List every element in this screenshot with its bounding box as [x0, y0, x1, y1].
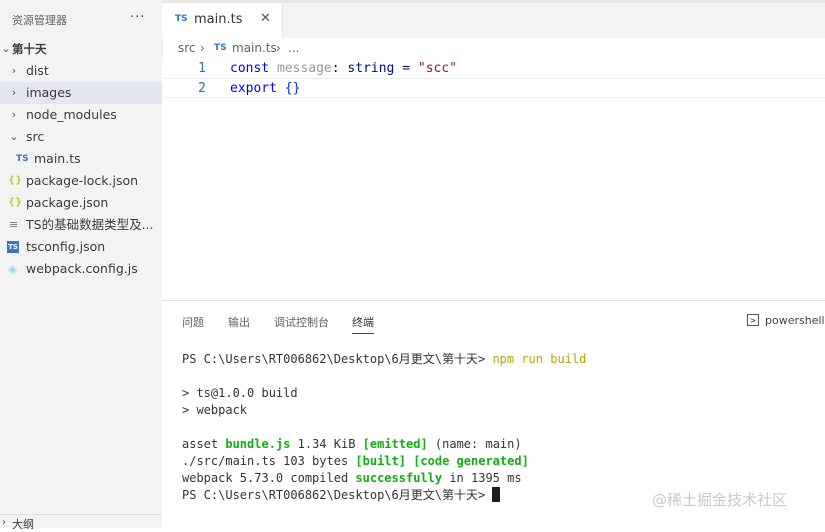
code-line-1[interactable]: 1 const message: string = "scc": [162, 59, 825, 79]
tree-item-label: main.ts: [34, 151, 81, 166]
terminal-code-generated: [code generated]: [413, 454, 529, 468]
terminal-text: asset: [182, 437, 226, 451]
tab-main-ts[interactable]: TS main.ts ✕: [162, 3, 283, 38]
terminal-text: webpack 5.73.0 compiled: [182, 471, 356, 485]
webpack-icon: ◈: [8, 262, 18, 276]
terminal-line: > webpack: [182, 403, 248, 417]
close-icon[interactable]: ✕: [260, 11, 271, 26]
typescript-icon: TS: [175, 14, 188, 24]
typescript-icon: TS: [16, 154, 29, 164]
tree-item-label: package-lock.json: [26, 173, 139, 188]
breadcrumb-src[interactable]: src: [178, 41, 196, 55]
chevron-right-icon: ›: [200, 41, 205, 55]
tree-item-src[interactable]: ⌄ src: [0, 126, 162, 148]
terminal-success: successfully: [355, 471, 443, 485]
tree-item-label: package.json: [26, 195, 109, 210]
tree-item-label: TS的基础数据类型及...: [26, 217, 154, 232]
terminal-line: PS C:\Users\RT006862\Desktop\6月更文\第十天> n…: [182, 351, 586, 368]
terminal-prompt: PS C:\Users\RT006862\Desktop\6月更文\第十天>: [182, 352, 486, 366]
typescript-icon: TS: [214, 43, 227, 53]
tree-item-ts-doc[interactable]: ≡ TS的基础数据类型及...: [0, 214, 162, 236]
tree-item-label: tsconfig.json: [26, 239, 106, 254]
tree-item-label: webpack.config.js: [26, 261, 138, 276]
terminal-text: 1.34 KiB: [290, 437, 363, 451]
breadcrumb: src › TS main.ts › ...: [162, 38, 825, 58]
tab-debug-console[interactable]: 调试控制台: [274, 314, 329, 330]
tree-item-dist[interactable]: › dist: [0, 60, 162, 82]
chevron-right-icon: ›: [2, 517, 6, 528]
code-text: export {}: [230, 79, 300, 99]
breadcrumb-ellipsis[interactable]: ...: [288, 41, 299, 55]
terminal-line: > ts@1.0.0 build: [182, 386, 298, 400]
editor-tabbar: TS main.ts ✕: [162, 0, 825, 38]
line-number: 1: [198, 61, 206, 76]
tree-item-package-json[interactable]: {} package.json: [0, 192, 162, 214]
tree-item-tsconfig[interactable]: TS tsconfig.json: [0, 236, 162, 258]
terminal-icon[interactable]: >: [747, 314, 759, 326]
watermark: @稀土掘金技术社区: [652, 491, 788, 509]
terminal-text: (name: main): [427, 437, 522, 451]
chevron-down-icon: ⌄: [9, 130, 19, 143]
terminal-line: PS C:\Users\RT006862\Desktop\6月更文\第十天>: [182, 487, 501, 504]
code-type: string: [347, 61, 395, 76]
json-icon: {}: [8, 175, 23, 186]
code-colon: :: [331, 61, 340, 76]
code-keyword: export: [230, 81, 277, 96]
tree-item-package-lock[interactable]: {} package-lock.json: [0, 170, 162, 192]
terminal-line: ./src/main.ts 103 bytes [built] [code ge…: [182, 453, 529, 470]
terminal-emitted: [emitted]: [362, 437, 428, 451]
terminal-text: in 1395 ms: [442, 471, 522, 485]
tree-item-label: dist: [26, 63, 49, 78]
code-editor[interactable]: 1 const message: string = "scc" 2 export…: [162, 58, 825, 300]
tree-item-label: node_modules: [26, 107, 117, 122]
tab-problems[interactable]: 问题: [182, 314, 204, 330]
outline-label: 大纲: [12, 518, 34, 531]
text-file-icon: ≡: [9, 218, 19, 231]
code-line-2[interactable]: 2 export {}: [162, 78, 825, 98]
terminal-prompt: PS C:\Users\RT006862\Desktop\6月更文\第十天>: [182, 488, 486, 502]
tree-item-label: images: [26, 85, 72, 100]
more-actions-icon[interactable]: ···: [130, 10, 145, 25]
terminal-built: [built]: [355, 454, 406, 468]
code-braces: {}: [284, 81, 301, 96]
code-string: "scc": [417, 61, 458, 76]
outline-section[interactable]: › 大纲: [0, 514, 162, 531]
code-keyword: const: [230, 61, 270, 76]
terminal-command: npm run build: [492, 352, 587, 366]
json-icon: {}: [8, 197, 23, 208]
vscode-window: 资源管理器 ··· ⌄ 第十天 › dist › images › node_m…: [0, 0, 825, 531]
tree-item-node-modules[interactable]: › node_modules: [0, 104, 162, 126]
code-variable: message: [276, 61, 332, 76]
explorer-header: 资源管理器 ···: [0, 0, 162, 38]
chevron-down-icon: ⌄: [1, 42, 11, 55]
terminal-line: asset bundle.js 1.34 KiB [emitted] (name…: [182, 436, 522, 453]
terminal-line: webpack 5.73.0 compiled successfully in …: [182, 470, 522, 487]
tree-item-label: src: [26, 129, 45, 144]
line-number: 2: [198, 81, 206, 96]
tree-item-images[interactable]: › images: [0, 82, 162, 104]
shell-selector[interactable]: powershell: [765, 314, 825, 327]
folder-root[interactable]: ⌄ 第十天: [0, 38, 162, 60]
chevron-right-icon: ›: [276, 41, 281, 55]
folder-root-label: 第十天: [12, 42, 47, 56]
explorer-title: 资源管理器: [12, 14, 67, 27]
tree-item-main-ts[interactable]: TS main.ts: [0, 148, 162, 170]
chevron-right-icon: ›: [11, 108, 17, 121]
chevron-right-icon: ›: [11, 64, 17, 77]
tab-label: main.ts: [194, 12, 243, 27]
tree-item-webpack-config[interactable]: ◈ webpack.config.js: [0, 258, 162, 280]
terminal-cursor: [492, 487, 501, 502]
terminal-text: ./src/main.ts 103 bytes: [182, 454, 356, 468]
tab-terminal[interactable]: 终端: [352, 314, 374, 334]
code-equals: =: [402, 61, 411, 76]
breadcrumb-main-ts[interactable]: main.ts: [232, 41, 277, 55]
terminal-asset-name: bundle.js: [225, 437, 291, 451]
chevron-right-icon: ›: [11, 86, 17, 99]
tsconfig-icon: TS: [7, 241, 19, 253]
tab-output[interactable]: 输出: [228, 314, 250, 330]
code-text: const message: string = "scc": [230, 59, 457, 79]
explorer-sidebar: 资源管理器 ··· ⌄ 第十天 › dist › images › node_m…: [0, 0, 163, 531]
